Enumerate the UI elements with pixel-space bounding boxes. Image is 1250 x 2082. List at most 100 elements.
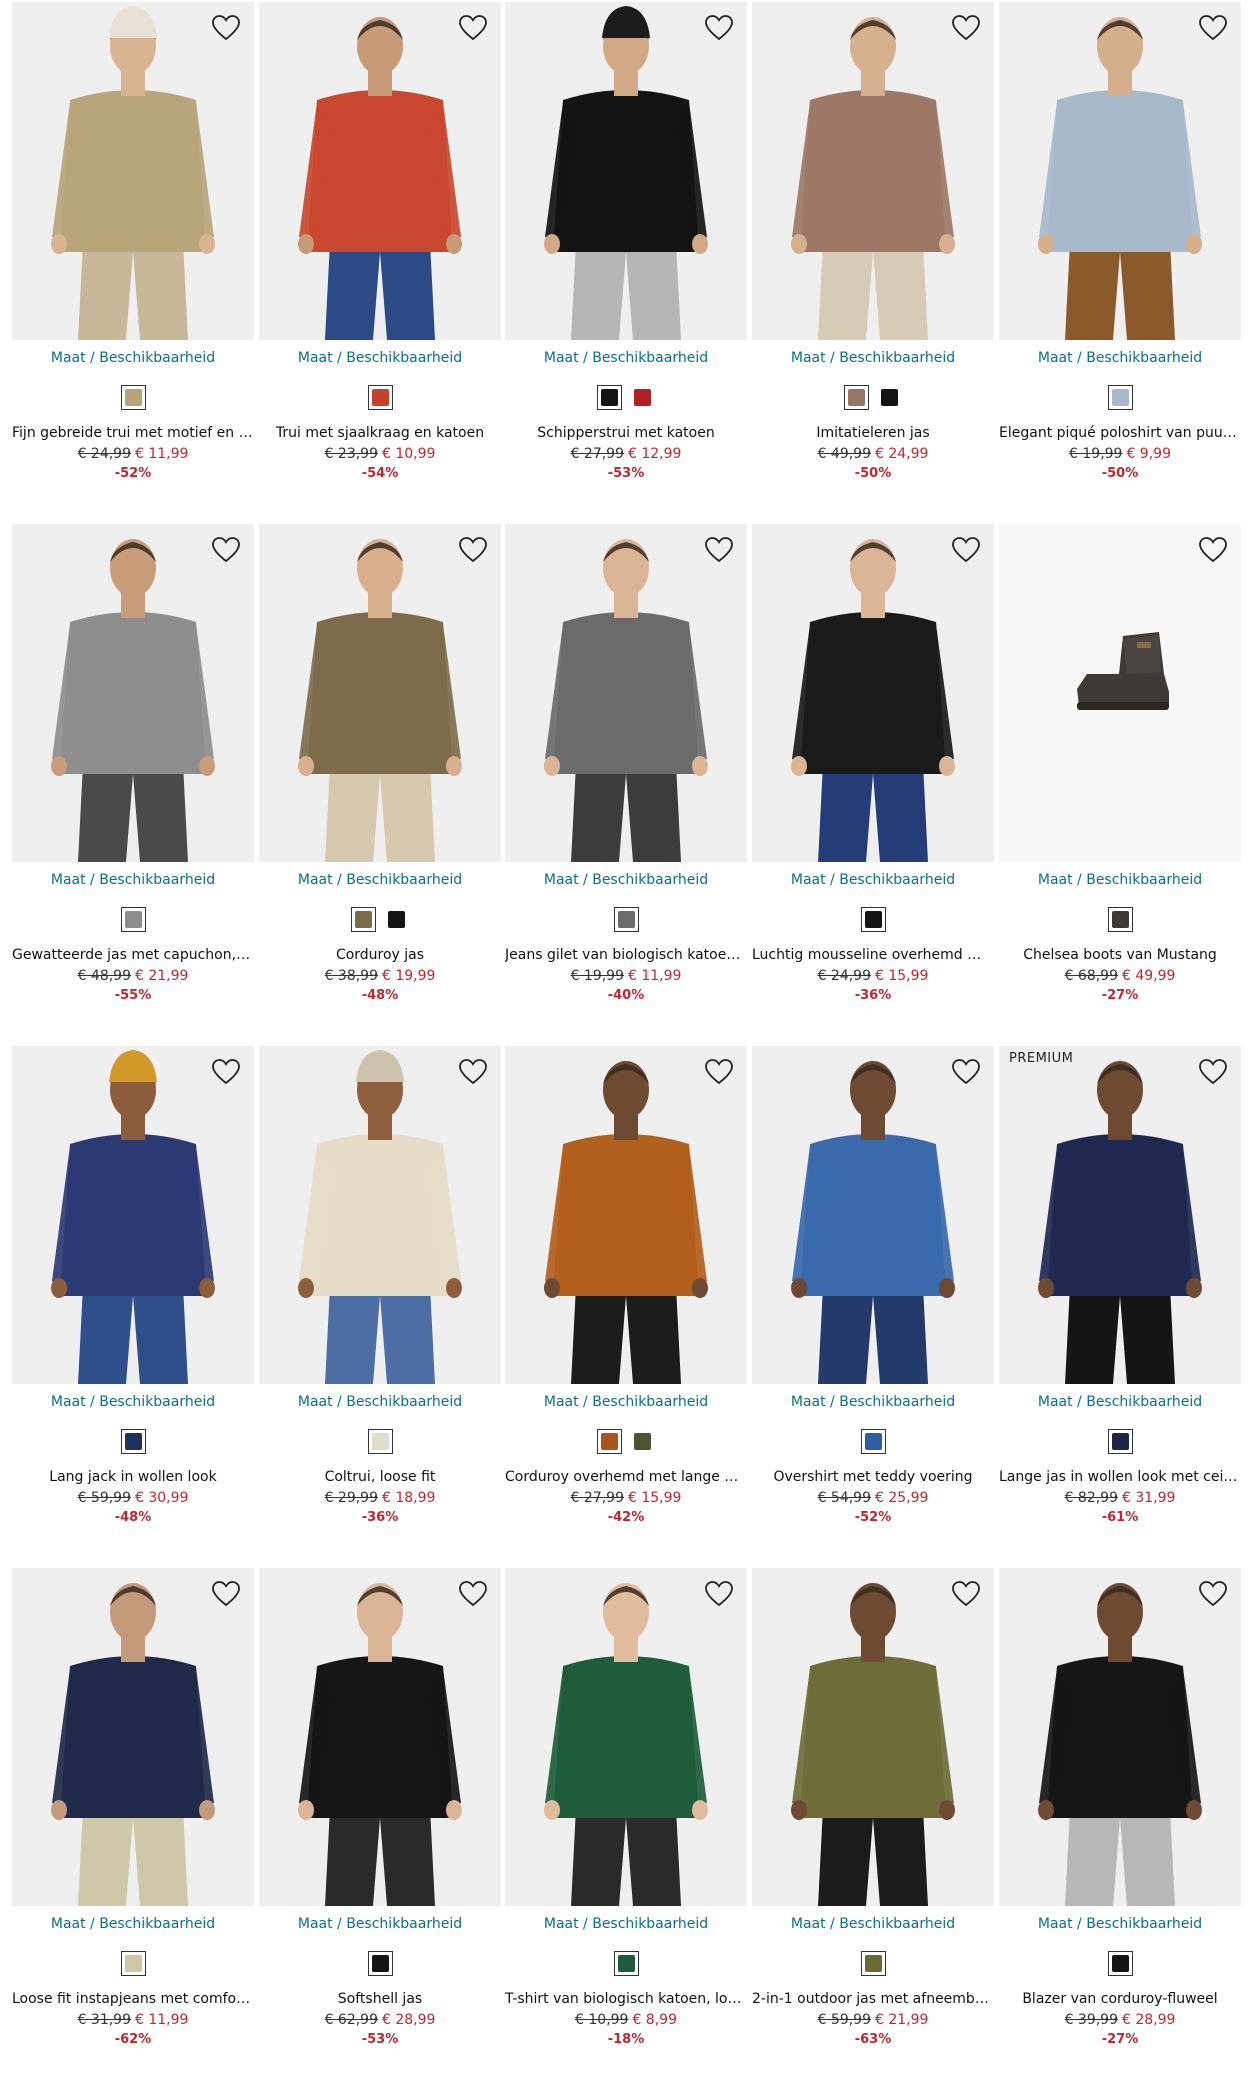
product-card[interactable]: Maat / Beschikbaarheid Coltrui, loose fit… bbox=[259, 1046, 501, 1546]
wishlist-heart-icon[interactable] bbox=[457, 1578, 489, 1610]
color-swatch[interactable] bbox=[613, 1951, 639, 1976]
size-availability-link[interactable]: Maat / Beschikbaarheid bbox=[12, 1394, 254, 1410]
product-name[interactable]: Trui met sjaalkraag en katoen bbox=[259, 425, 501, 441]
size-availability-link[interactable]: Maat / Beschikbaarheid bbox=[505, 872, 747, 888]
wishlist-heart-icon[interactable] bbox=[210, 1578, 242, 1610]
color-swatch[interactable] bbox=[613, 907, 639, 932]
product-card[interactable]: Maat / Beschikbaarheid Softshell jas € 62,… bbox=[259, 1568, 501, 2068]
product-name[interactable]: Lange jas in wollen look met ceintuur bbox=[999, 1469, 1241, 1485]
size-availability-link[interactable]: Maat / Beschikbaarheid bbox=[12, 872, 254, 888]
size-availability-link[interactable]: Maat / Beschikbaarheid bbox=[999, 872, 1241, 888]
color-swatch[interactable] bbox=[367, 1429, 393, 1454]
color-swatch[interactable] bbox=[630, 385, 655, 410]
product-image[interactable] bbox=[505, 1568, 747, 1906]
size-availability-link[interactable]: Maat / Beschikbaarheid bbox=[505, 350, 747, 366]
color-swatch[interactable] bbox=[367, 385, 393, 410]
color-swatch[interactable] bbox=[1107, 907, 1133, 932]
product-name[interactable]: Coltrui, loose fit bbox=[259, 1469, 501, 1485]
size-availability-link[interactable]: Maat / Beschikbaarheid bbox=[999, 1394, 1241, 1410]
product-name[interactable]: Jeans gilet van biologisch katoen, r... bbox=[505, 947, 747, 963]
color-swatch[interactable] bbox=[877, 385, 902, 410]
product-card[interactable]: Maat / Beschikbaarheid Elegant piqué polo… bbox=[999, 2, 1241, 502]
product-image[interactable] bbox=[999, 2, 1241, 340]
wishlist-heart-icon[interactable] bbox=[210, 1056, 242, 1088]
wishlist-heart-icon[interactable] bbox=[950, 534, 982, 566]
size-availability-link[interactable]: Maat / Beschikbaarheid bbox=[12, 1916, 254, 1932]
product-name[interactable]: Loose fit instapjeans met comfort ... bbox=[12, 1991, 254, 2007]
product-image[interactable] bbox=[505, 1046, 747, 1384]
product-card[interactable]: Maat / Beschikbaarheid Blazer van corduro… bbox=[999, 1568, 1241, 2068]
wishlist-heart-icon[interactable] bbox=[703, 534, 735, 566]
wishlist-heart-icon[interactable] bbox=[950, 12, 982, 44]
product-name[interactable]: Luchtig mousseline overhemd met l... bbox=[752, 947, 994, 963]
size-availability-link[interactable]: Maat / Beschikbaarheid bbox=[505, 1916, 747, 1932]
wishlist-heart-icon[interactable] bbox=[210, 534, 242, 566]
color-swatch[interactable] bbox=[1107, 1429, 1133, 1454]
color-swatch[interactable] bbox=[860, 1429, 886, 1454]
color-swatch[interactable] bbox=[860, 1951, 886, 1976]
wishlist-heart-icon[interactable] bbox=[703, 12, 735, 44]
size-availability-link[interactable]: Maat / Beschikbaarheid bbox=[259, 872, 501, 888]
product-card[interactable]: PREMIUM Maat / Beschikbaarheid Lange jas i… bbox=[999, 1046, 1241, 1546]
color-swatch[interactable] bbox=[351, 907, 376, 932]
size-availability-link[interactable]: Maat / Beschikbaarheid bbox=[999, 1916, 1241, 1932]
product-card[interactable]: Maat / Beschikbaarheid 2-in-1 outdoor jas… bbox=[752, 1568, 994, 2068]
wishlist-heart-icon[interactable] bbox=[703, 1578, 735, 1610]
color-swatch[interactable] bbox=[120, 385, 146, 410]
product-name[interactable]: Chelsea boots van Mustang bbox=[999, 947, 1241, 963]
product-card[interactable]: Maat / Beschikbaarheid Loose fit instapje… bbox=[12, 1568, 254, 2068]
product-image[interactable] bbox=[505, 524, 747, 862]
product-name[interactable]: Softshell jas bbox=[259, 1991, 501, 2007]
product-card[interactable]: Maat / Beschikbaarheid Schipperstrui met … bbox=[505, 2, 747, 502]
product-card[interactable]: Maat / Beschikbaarheid Corduroy jas € 38,9… bbox=[259, 524, 501, 1024]
product-image[interactable] bbox=[752, 1046, 994, 1384]
product-card[interactable]: Maat / Beschikbaarheid Lang jack in wolle… bbox=[12, 1046, 254, 1546]
wishlist-heart-icon[interactable] bbox=[703, 1056, 735, 1088]
color-swatch[interactable] bbox=[120, 1429, 146, 1454]
product-card[interactable]: Maat / Beschikbaarheid Trui met sjaalkraa… bbox=[259, 2, 501, 502]
product-image[interactable] bbox=[12, 524, 254, 862]
product-card[interactable]: Maat / Beschikbaarheid Imitatieleren jas €… bbox=[752, 2, 994, 502]
wishlist-heart-icon[interactable] bbox=[210, 12, 242, 44]
product-image[interactable] bbox=[505, 2, 747, 340]
product-card[interactable]: Maat / Beschikbaarheid T-shirt van biolog… bbox=[505, 1568, 747, 2068]
size-availability-link[interactable]: Maat / Beschikbaarheid bbox=[259, 350, 501, 366]
wishlist-heart-icon[interactable] bbox=[1197, 534, 1229, 566]
product-name[interactable]: 2-in-1 outdoor jas met afneembare ... bbox=[752, 1991, 994, 2007]
product-card[interactable]: Maat / Beschikbaarheid Chelsea boots van … bbox=[999, 524, 1241, 1024]
wishlist-heart-icon[interactable] bbox=[457, 534, 489, 566]
size-availability-link[interactable]: Maat / Beschikbaarheid bbox=[752, 350, 994, 366]
product-name[interactable]: Overshirt met teddy voering bbox=[752, 1469, 994, 1485]
product-name[interactable]: Imitatieleren jas bbox=[752, 425, 994, 441]
product-image[interactable] bbox=[12, 1046, 254, 1384]
size-availability-link[interactable]: Maat / Beschikbaarheid bbox=[259, 1916, 501, 1932]
color-swatch[interactable] bbox=[120, 1951, 146, 1976]
product-image[interactable] bbox=[12, 1568, 254, 1906]
color-swatch[interactable] bbox=[384, 907, 409, 932]
product-name[interactable]: Corduroy jas bbox=[259, 947, 501, 963]
product-name[interactable]: Corduroy overhemd met lange mou... bbox=[505, 1469, 747, 1485]
product-image[interactable] bbox=[259, 2, 501, 340]
product-image[interactable] bbox=[999, 1568, 1241, 1906]
product-card[interactable]: Maat / Beschikbaarheid Corduroy overhemd … bbox=[505, 1046, 747, 1546]
product-image[interactable] bbox=[752, 2, 994, 340]
product-name[interactable]: Gewatteerde jas met capuchon, re... bbox=[12, 947, 254, 963]
color-swatch[interactable] bbox=[630, 1429, 655, 1454]
size-availability-link[interactable]: Maat / Beschikbaarheid bbox=[259, 1394, 501, 1410]
product-card[interactable]: Maat / Beschikbaarheid Gewatteerde jas me… bbox=[12, 524, 254, 1024]
wishlist-heart-icon[interactable] bbox=[950, 1578, 982, 1610]
color-swatch[interactable] bbox=[844, 385, 869, 410]
product-name[interactable]: Fijn gebreide trui met motief en ka... bbox=[12, 425, 254, 441]
size-availability-link[interactable]: Maat / Beschikbaarheid bbox=[752, 872, 994, 888]
product-image[interactable] bbox=[259, 1568, 501, 1906]
color-swatch[interactable] bbox=[367, 1951, 393, 1976]
product-image[interactable] bbox=[259, 1046, 501, 1384]
wishlist-heart-icon[interactable] bbox=[950, 1056, 982, 1088]
product-image[interactable] bbox=[752, 524, 994, 862]
product-card[interactable]: Maat / Beschikbaarheid Fijn gebreide trui… bbox=[12, 2, 254, 502]
color-swatch[interactable] bbox=[120, 907, 146, 932]
size-availability-link[interactable]: Maat / Beschikbaarheid bbox=[752, 1394, 994, 1410]
color-swatch[interactable] bbox=[860, 907, 886, 932]
product-image[interactable] bbox=[12, 2, 254, 340]
wishlist-heart-icon[interactable] bbox=[1197, 1578, 1229, 1610]
